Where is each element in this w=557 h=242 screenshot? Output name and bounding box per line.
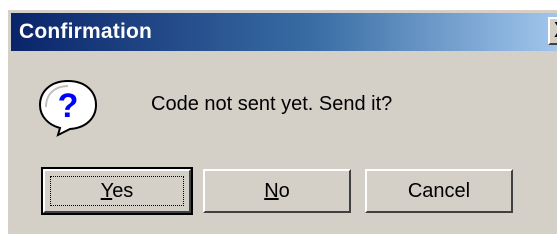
no-mnemonic: N <box>264 180 279 202</box>
yes-button[interactable]: Yes <box>41 167 193 215</box>
close-button[interactable]: X <box>548 17 557 45</box>
window-title: Confirmation <box>19 20 153 43</box>
no-label-rest: o <box>278 180 290 202</box>
no-button[interactable]: No <box>203 169 351 213</box>
svg-text:?: ? <box>58 87 79 125</box>
title-bar[interactable]: Confirmation X <box>11 13 557 51</box>
confirmation-dialog: Confirmation X ? Code not sent yet. Send… <box>8 10 557 234</box>
cancel-label: Cancel <box>407 180 471 202</box>
focus-rect <box>50 176 184 206</box>
question-icon: ? <box>38 79 98 137</box>
message-text: Code not sent yet. Send it? <box>151 93 393 115</box>
cancel-button[interactable]: Cancel <box>365 169 513 213</box>
